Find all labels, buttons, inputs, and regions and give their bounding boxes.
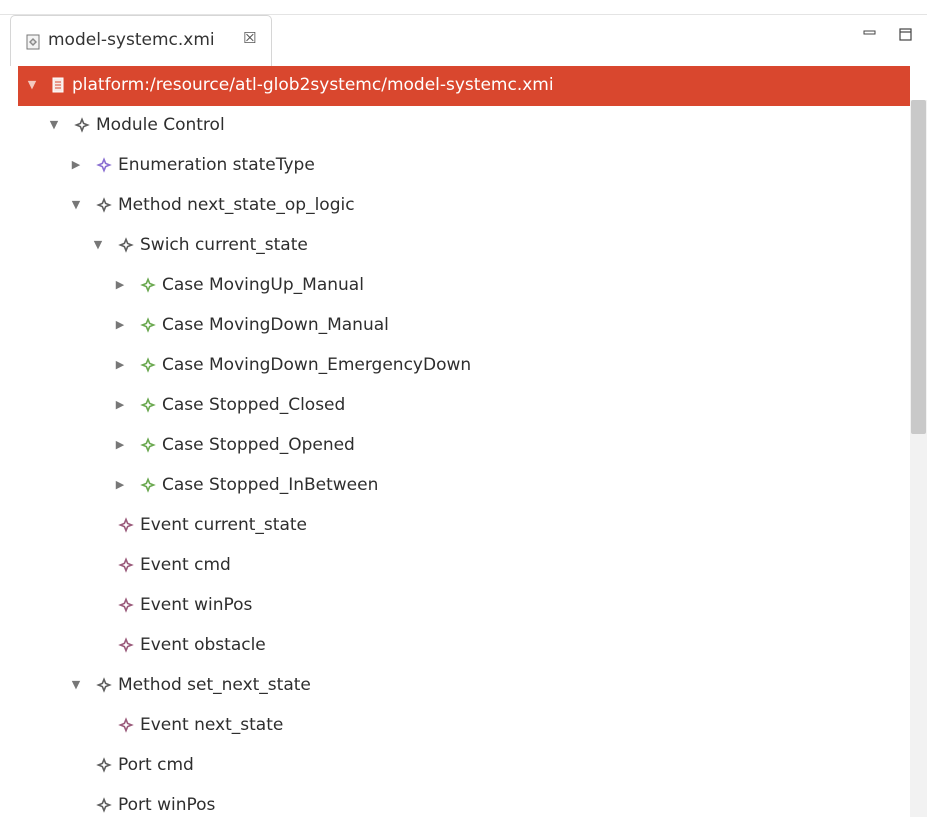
tree-row-label: Swich current_state	[140, 235, 308, 255]
tree-row-event[interactable]: Event winPos	[18, 586, 910, 626]
collapse-arrow-icon[interactable]: ▼	[92, 238, 104, 252]
tree-row-label: Event next_state	[140, 715, 284, 735]
tree-row-resource[interactable]: ▼ platform:/resource/atl-glob2systemc/mod…	[18, 66, 910, 106]
tab-title: model-systemc.xmi	[48, 30, 215, 50]
collapse-arrow-icon[interactable]: ▼	[48, 118, 60, 132]
event-node-icon	[118, 557, 134, 573]
module-node-icon	[118, 237, 134, 253]
tree-row-label: Case Stopped_Closed	[162, 395, 346, 415]
tree-row-label: Port cmd	[118, 755, 194, 775]
expand-arrow-icon[interactable]: ▶	[114, 318, 126, 332]
tree-row-module[interactable]: ▼ Method set_next_state	[18, 666, 910, 706]
tree-row-label: Case Stopped_Opened	[162, 435, 355, 455]
tree-row-module[interactable]: ▼ Swich current_state	[18, 226, 910, 266]
expand-arrow-icon[interactable]: ▶	[70, 158, 82, 172]
tree-row-label: Event obstacle	[140, 635, 266, 655]
collapse-arrow-icon[interactable]: ▼	[70, 198, 82, 212]
tree-row-label: Event cmd	[140, 555, 231, 575]
enum-node-icon	[96, 157, 112, 173]
case-node-icon	[140, 317, 156, 333]
module-node-icon	[96, 797, 112, 813]
tree-row-event[interactable]: Event obstacle	[18, 626, 910, 666]
tree-row-label: Event current_state	[140, 515, 307, 535]
case-node-icon	[140, 437, 156, 453]
expand-arrow-icon[interactable]: ▶	[114, 278, 126, 292]
tree-row-event[interactable]: Event cmd	[18, 546, 910, 586]
tree-row-module[interactable]: ▼ Module Control	[18, 106, 910, 146]
tree-row-case[interactable]: ▶ Case Stopped_Closed	[18, 386, 910, 426]
tree-row-label: Method set_next_state	[118, 675, 311, 695]
xmi-file-icon	[26, 34, 40, 50]
tree-row-event[interactable]: Event next_state	[18, 706, 910, 746]
expand-arrow-icon[interactable]: ▶	[114, 398, 126, 412]
editor-window: model-systemc.xmi ☒ ▼ platform:/resource/…	[0, 0, 927, 817]
module-node-icon	[96, 757, 112, 773]
tab-model-systemc[interactable]: model-systemc.xmi ☒	[10, 15, 272, 66]
tree-row-label: Case MovingDown_Manual	[162, 315, 389, 335]
event-node-icon	[118, 717, 134, 733]
event-node-icon	[118, 637, 134, 653]
tree-row-module[interactable]: Port winPos	[18, 786, 910, 817]
tree-row-module[interactable]: ▼ Method next_state_op_logic	[18, 186, 910, 226]
tree-row-enum[interactable]: ▶ Enumeration stateType	[18, 146, 910, 186]
collapse-arrow-icon[interactable]: ▼	[26, 78, 38, 92]
module-node-icon	[96, 677, 112, 693]
tree-row-label: Case MovingUp_Manual	[162, 275, 364, 295]
vertical-scrollbar[interactable]	[910, 100, 927, 817]
tree-row-label: Case MovingDown_EmergencyDown	[162, 355, 472, 375]
case-node-icon	[140, 277, 156, 293]
maximize-icon[interactable]	[898, 26, 914, 42]
event-node-icon	[118, 517, 134, 533]
collapse-arrow-icon[interactable]: ▼	[70, 678, 82, 692]
event-node-icon	[118, 597, 134, 613]
case-node-icon	[140, 357, 156, 373]
scrollbar-thumb[interactable]	[911, 100, 926, 434]
tree-row-case[interactable]: ▶ Case Stopped_InBetween	[18, 466, 910, 506]
expand-arrow-icon[interactable]: ▶	[114, 358, 126, 372]
tree-row-event[interactable]: Event current_state	[18, 506, 910, 546]
tab-close-icon[interactable]: ☒	[243, 29, 256, 47]
tree-row-label: Event winPos	[140, 595, 253, 615]
module-node-icon	[96, 197, 112, 213]
tree-row-case[interactable]: ▶ Case MovingDown_EmergencyDown	[18, 346, 910, 386]
tree-row-label: Module Control	[96, 115, 225, 135]
tree-row-label: Port winPos	[118, 795, 216, 815]
case-node-icon	[140, 477, 156, 493]
minimize-icon[interactable]	[862, 26, 878, 42]
tree-row-label: Case Stopped_InBetween	[162, 475, 379, 495]
model-tree[interactable]: ▼ platform:/resource/atl-glob2systemc/mod…	[18, 66, 910, 817]
tree-row-label: platform:/resource/atl-glob2systemc/mode…	[72, 75, 554, 95]
tree-row-case[interactable]: ▶ Case MovingUp_Manual	[18, 266, 910, 306]
expand-arrow-icon[interactable]: ▶	[114, 438, 126, 452]
resource-file-icon	[50, 77, 66, 93]
tree-row-module[interactable]: Port cmd	[18, 746, 910, 786]
expand-arrow-icon[interactable]: ▶	[114, 478, 126, 492]
case-node-icon	[140, 397, 156, 413]
editor-tab-bar: model-systemc.xmi ☒	[0, 0, 927, 66]
tree-row-case[interactable]: ▶ Case MovingDown_Manual	[18, 306, 910, 346]
tree-row-label: Method next_state_op_logic	[118, 195, 355, 215]
module-node-icon	[74, 117, 90, 133]
tree-row-case[interactable]: ▶ Case Stopped_Opened	[18, 426, 910, 466]
tree-row-label: Enumeration stateType	[118, 155, 315, 175]
